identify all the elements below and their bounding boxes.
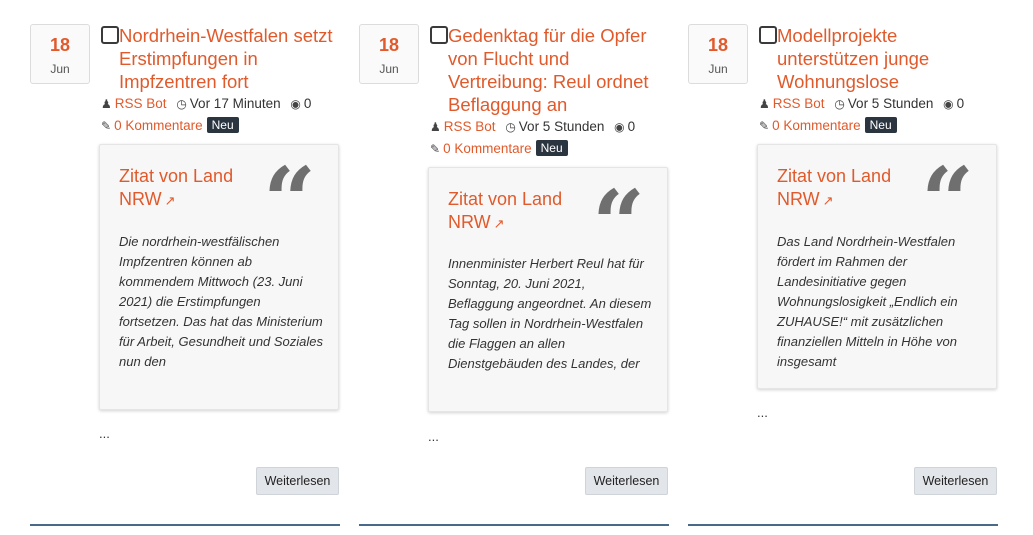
quote-card: Zitat von Land NRW ↗ “ Innenminister Herb… — [428, 167, 668, 412]
read-more-button[interactable]: Weiterlesen — [914, 467, 997, 495]
eye-icon: ◉ — [290, 97, 301, 111]
post-card: 18 Jun Gedenktag für die Opfer von Fluch… — [357, 0, 669, 535]
date-box: 18 Jun — [359, 24, 419, 84]
date-day: 18 — [707, 35, 729, 55]
clock-icon: ◷ — [176, 97, 187, 111]
external-link-icon: ↗ — [822, 193, 834, 208]
post-time: Vor 17 Minuten — [189, 96, 281, 111]
comments-icon: ✎ — [430, 142, 441, 156]
author-link[interactable]: RSS Bot — [115, 96, 167, 111]
quote-source-link[interactable]: Zitat von Land NRW ↗ — [448, 188, 588, 235]
post-title-link[interactable]: Nordrhein-Westfalen setzt Erstimpfungen … — [119, 24, 341, 93]
quote-card: Zitat von Land NRW ↗ “ Das Land Nordrhein… — [757, 144, 997, 389]
author-link[interactable]: RSS Bot — [773, 96, 825, 111]
new-badge: Neu — [206, 117, 239, 133]
post-title-link[interactable]: Gedenktag für die Opfer von Flucht und V… — [448, 24, 663, 116]
post-card: 18 Jun Nordrhein-Westfalen setzt Erstimp… — [28, 0, 340, 535]
new-badge: Neu — [864, 117, 897, 133]
eye-icon: ◉ — [943, 97, 954, 111]
post-meta: ♟ RSS Bot ◷ Vor 17 Minuten ◉ 0 ✎ 0 Kommentar… — [101, 93, 361, 137]
comments-icon: ✎ — [759, 119, 770, 133]
excerpt-ellipsis: ... — [757, 405, 768, 420]
quote-source-link[interactable]: Zitat von Land NRW ↗ — [777, 165, 917, 212]
eye-icon: ◉ — [614, 120, 625, 134]
select-checkbox[interactable] — [759, 26, 777, 44]
divider — [688, 524, 998, 526]
date-month: Jun — [708, 62, 728, 76]
view-count: 0 — [956, 96, 965, 111]
clock-icon: ◷ — [834, 97, 845, 111]
post-title-link[interactable]: Modellprojekte unterstützen junge Wohnun… — [777, 24, 957, 93]
date-month: Jun — [50, 62, 70, 76]
post-card: 18 Jun Modellprojekte unterstützen junge… — [686, 0, 998, 535]
quote-text: Die nordrhein-westfälischen Impfzentren … — [119, 234, 324, 369]
select-checkbox[interactable] — [101, 26, 119, 44]
read-more-button[interactable]: Weiterlesen — [585, 467, 668, 495]
date-month: Jun — [379, 62, 399, 76]
post-meta: ♟ RSS Bot ◷ Vor 5 Stunden ◉ 0 ✎ 0 Kommentare… — [430, 116, 690, 160]
view-count: 0 — [627, 119, 636, 134]
quote-text: Das Land Nordrhein-Westfalen fördert im … — [777, 234, 958, 369]
comments-link[interactable]: 0 Kommentare — [443, 141, 532, 156]
post-time: Vor 5 Stunden — [518, 119, 605, 134]
date-box: 18 Jun — [688, 24, 748, 84]
comments-link[interactable]: 0 Kommentare — [114, 118, 203, 133]
quote-source-label: Zitat von Land NRW — [448, 189, 563, 232]
divider — [30, 524, 340, 526]
user-icon: ♟ — [430, 120, 441, 134]
date-box: 18 Jun — [30, 24, 90, 84]
clock-icon: ◷ — [505, 120, 516, 134]
user-icon: ♟ — [101, 97, 112, 111]
excerpt-ellipsis: ... — [428, 429, 439, 444]
external-link-icon: ↗ — [164, 193, 176, 208]
divider — [359, 524, 669, 526]
date-day: 18 — [49, 35, 71, 55]
post-time: Vor 5 Stunden — [847, 96, 934, 111]
new-badge: Neu — [535, 140, 568, 156]
comments-link[interactable]: 0 Kommentare — [772, 118, 861, 133]
excerpt-ellipsis: ... — [99, 426, 110, 441]
author-link[interactable]: RSS Bot — [444, 119, 496, 134]
user-icon: ♟ — [759, 97, 770, 111]
quote-source-label: Zitat von Land NRW — [119, 166, 234, 209]
read-more-button[interactable]: Weiterlesen — [256, 467, 339, 495]
view-count: 0 — [303, 96, 312, 111]
quote-card: Zitat von Land NRW ↗ “ Die nordrhein-west… — [99, 144, 339, 410]
quote-source-label: Zitat von Land NRW — [777, 166, 892, 209]
external-link-icon: ↗ — [493, 216, 505, 231]
date-day: 18 — [378, 35, 400, 55]
post-meta: ♟ RSS Bot ◷ Vor 5 Stunden ◉ 0 ✎ 0 Kommentare… — [759, 93, 1019, 137]
comments-icon: ✎ — [101, 119, 112, 133]
quote-source-link[interactable]: Zitat von Land NRW ↗ — [119, 165, 259, 212]
select-checkbox[interactable] — [430, 26, 448, 44]
quote-text: Innenminister Herbert Reul hat für Sonnt… — [448, 256, 652, 371]
